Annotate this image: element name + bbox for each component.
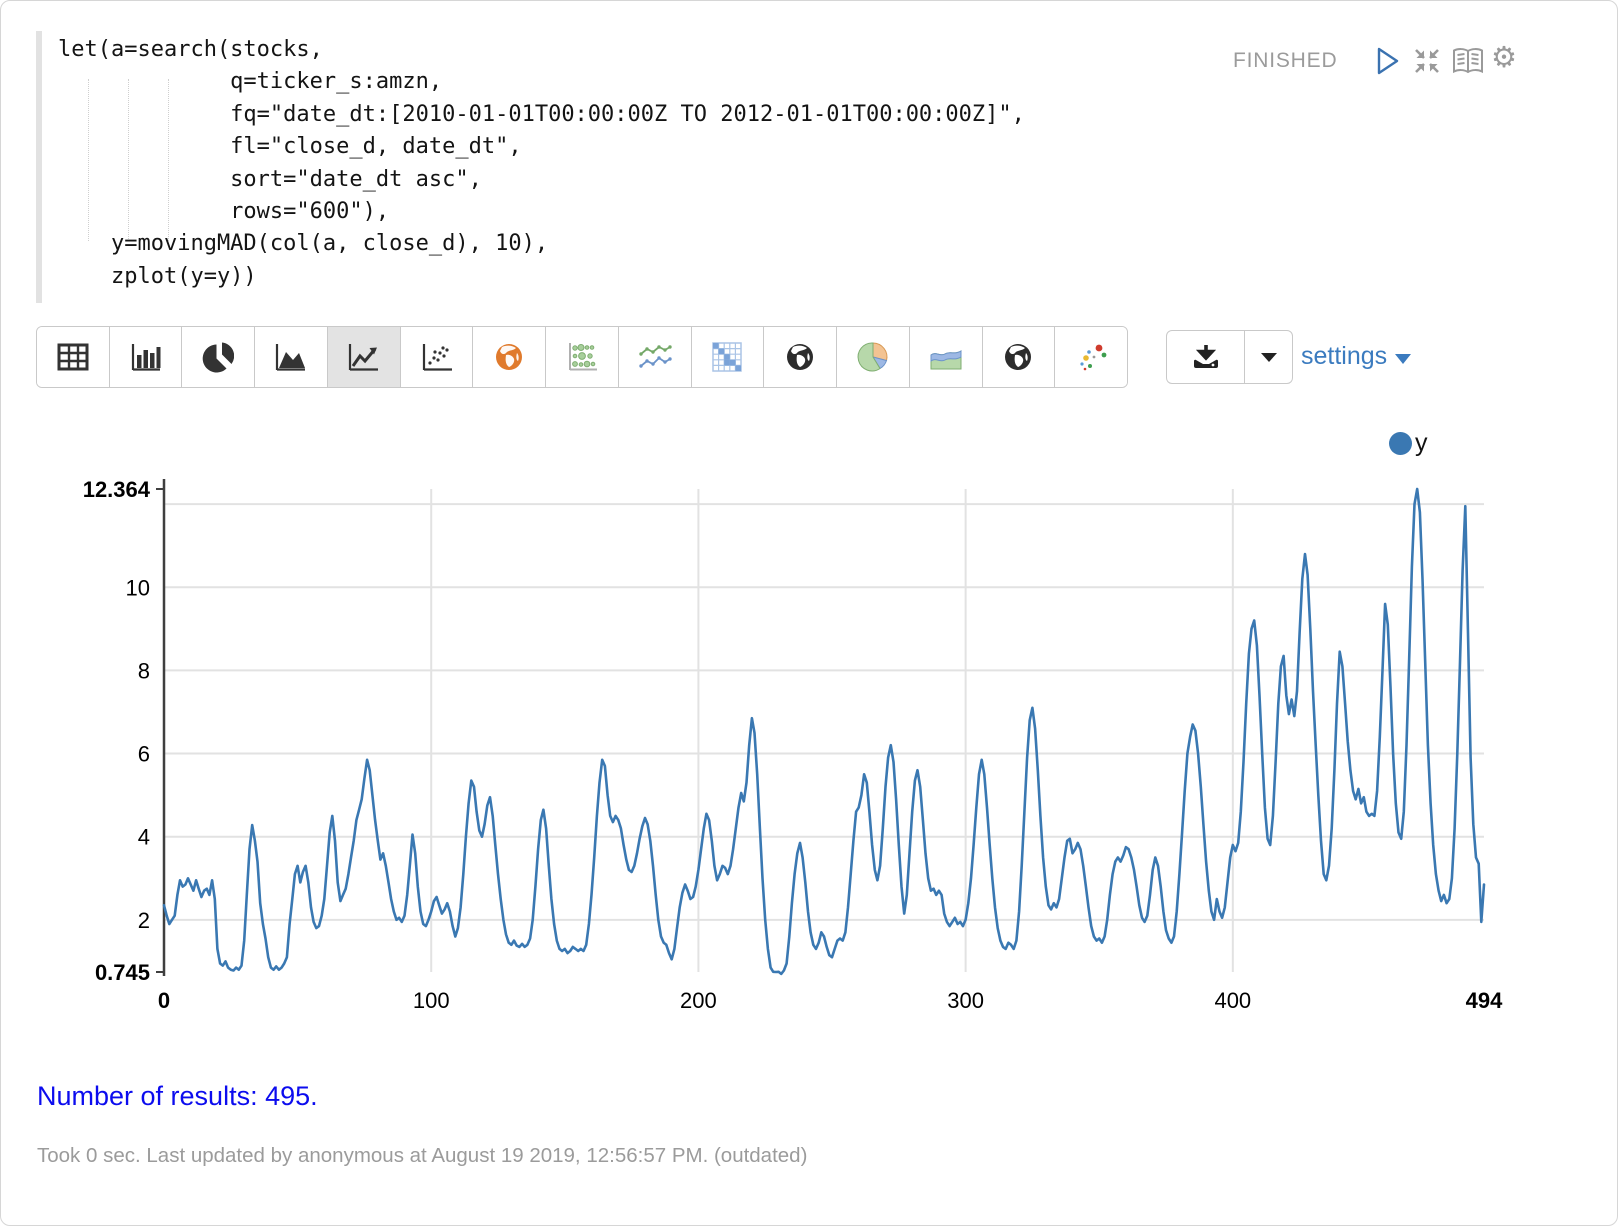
svg-text:400: 400 [1214,988,1251,1013]
paragraph-footer-text: Took 0 sec. Last updated by anonymous at… [37,1144,807,1168]
run-play-icon[interactable] [1371,45,1403,77]
svg-text:6: 6 [138,742,150,767]
code-editor[interactable]: let(a=search(stocks, q=ticker_s:amzn, fq… [58,34,1025,293]
chart-area: 12.364 10 8 6 4 2 0.745 0 100 200 300 400 494 [61,431,1511,1016]
status-label: FINISHED [1233,49,1337,73]
globe-orange-icon [493,341,525,373]
area-chart-button[interactable] [255,327,328,387]
editor-gutter-bar [36,31,42,303]
svg-text:12.364: 12.364 [83,477,151,502]
download-button-group [1166,330,1293,384]
book-icon[interactable] [1451,45,1483,77]
pie-chart-button[interactable] [182,327,255,387]
download-icon [1191,343,1221,371]
globe-orange-button[interactable] [473,327,546,387]
grid-heatmap-icon [711,341,743,373]
svg-text:8: 8 [138,658,150,683]
results-count-text: Number of results: 495. [37,1081,318,1112]
line-chart-icon [347,342,381,372]
globe-dark-button-2[interactable] [983,327,1056,387]
area-pastel-icon [928,342,964,372]
svg-text:494: 494 [1466,988,1503,1013]
area-pastel-button[interactable] [910,327,983,387]
svg-text:4: 4 [138,825,150,850]
settings-link[interactable]: settings [1301,342,1411,371]
bubble-matrix-button[interactable] [546,327,619,387]
scatter-chart-icon [420,342,454,372]
svg-text:0: 0 [158,988,170,1013]
svg-text:200: 200 [680,988,717,1013]
bubble-matrix-icon [565,341,599,373]
settings-label: settings [1301,342,1387,371]
multi-line-icon [637,342,673,372]
globe-dark-icon [1002,341,1034,373]
svg-text:10: 10 [126,575,150,600]
bar-chart-button[interactable] [110,327,183,387]
scatter-color-icon [1074,341,1108,373]
svg-text:0.745: 0.745 [95,960,150,985]
table-icon [57,342,89,372]
settings-caret-icon [1395,354,1411,364]
svg-text:300: 300 [947,988,984,1013]
visualization-toolbar [36,326,1128,388]
globe-dark-icon [784,341,816,373]
paragraph-card: let(a=search(stocks, q=ticker_s:amzn, fq… [0,0,1618,1226]
svg-text:2: 2 [138,908,150,933]
area-chart-icon [274,342,308,372]
bar-chart-icon [130,342,162,372]
pie-chart-icon [202,341,234,373]
grid-heatmap-button[interactable] [692,327,765,387]
pie-pastel-icon [856,340,890,374]
caret-down-icon [1259,350,1279,364]
multi-line-button[interactable] [619,327,692,387]
scatter-color-button[interactable] [1055,327,1127,387]
line-chart-button[interactable] [328,327,401,387]
gear-icon[interactable]: ⚙ [1491,42,1523,74]
scatter-chart-button[interactable] [401,327,474,387]
globe-dark-button-1[interactable] [764,327,837,387]
download-dropdown-caret[interactable] [1245,331,1292,383]
pie-pastel-button[interactable] [837,327,910,387]
collapse-compress-icon[interactable] [1411,45,1443,77]
chart-svg: 12.364 10 8 6 4 2 0.745 0 100 200 300 400 494 [61,431,1511,1016]
download-button[interactable] [1167,331,1245,383]
table-button[interactable] [37,327,110,387]
svg-text:100: 100 [413,988,450,1013]
